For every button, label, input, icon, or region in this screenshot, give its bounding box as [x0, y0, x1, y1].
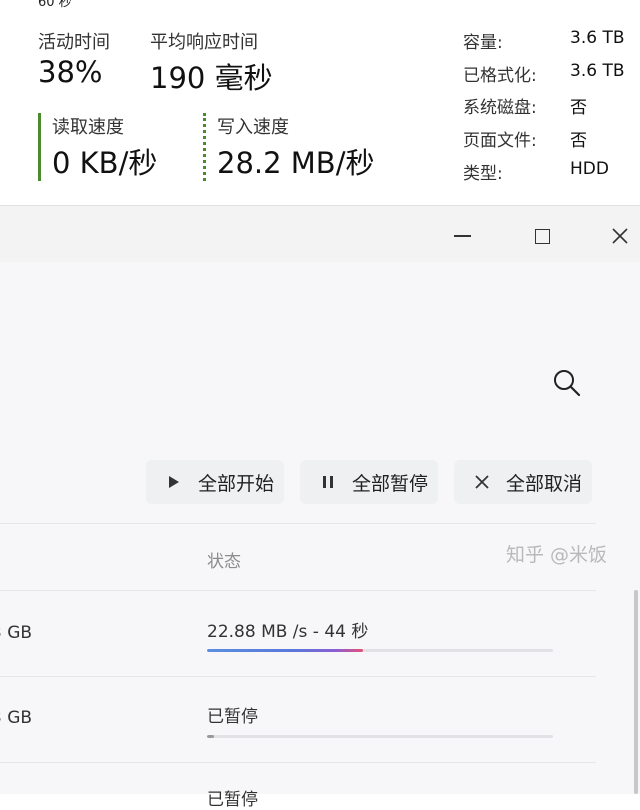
pause-all-button[interactable]: 全部暂停 — [300, 460, 438, 504]
row-2-progress-bar — [207, 735, 553, 738]
minimize-button[interactable] — [440, 218, 484, 254]
search-icon — [554, 370, 581, 397]
disk-performance-panel: 60 秒 活动时间 38% 平均响应时间 190 毫秒 读取速度 0 KB/秒 … — [0, 0, 640, 205]
row-1-progress-bar — [207, 649, 553, 652]
row-divider — [0, 676, 596, 677]
page-file-key: 页面文件: — [463, 131, 537, 151]
row-1-status: 22.88 MB /s - 44 秒 — [207, 622, 369, 642]
row-2-status: 已暂停 — [207, 707, 258, 727]
table-header-divider — [0, 590, 596, 591]
write-speed-legend-bar — [203, 113, 206, 181]
search-button[interactable] — [550, 365, 586, 401]
read-speed-legend-bar — [38, 113, 41, 181]
page-file-value: 否 — [570, 131, 587, 151]
system-disk-value: 否 — [570, 98, 587, 118]
maximize-button[interactable] — [520, 218, 564, 254]
row-2-progress-fill — [207, 735, 214, 738]
cancel-icon — [472, 472, 492, 492]
read-speed-value: 0 KB/秒 — [52, 146, 158, 180]
read-speed-label: 读取速度 — [52, 117, 124, 138]
row-1-size: 3 GB — [0, 623, 33, 643]
close-icon — [612, 228, 628, 244]
pause-all-label: 全部暂停 — [352, 472, 429, 495]
write-speed-value: 28.2 MB/秒 — [217, 146, 375, 180]
row-divider — [0, 762, 596, 763]
play-icon — [164, 472, 184, 492]
maximize-icon — [534, 228, 550, 244]
cancel-all-label: 全部取消 — [506, 472, 583, 495]
active-time-label: 活动时间 — [38, 32, 110, 53]
scrollbar-thumb[interactable] — [634, 590, 638, 794]
row-3-status: 已暂停 — [207, 790, 258, 810]
close-button[interactable] — [598, 218, 640, 254]
avg-response-value: 190 毫秒 — [150, 61, 273, 95]
watermark-text: 知乎 @米饭 — [506, 544, 608, 566]
scrollbar[interactable] — [632, 590, 640, 794]
graph-duration-label: 60 秒 — [38, 0, 72, 10]
formatted-key: 已格式化: — [463, 66, 537, 86]
active-time-value: 38% — [38, 55, 103, 89]
download-list-area — [0, 262, 640, 794]
pause-icon — [318, 472, 338, 492]
status-column-header[interactable]: 状态 — [207, 547, 241, 572]
row-1-progress-fill — [207, 649, 363, 652]
capacity-value: 3.6 TB — [570, 28, 625, 48]
start-all-label: 全部开始 — [198, 472, 275, 495]
write-speed-label: 写入速度 — [217, 117, 289, 138]
formatted-value: 3.6 TB — [570, 61, 625, 81]
disk-type-value: HDD — [570, 159, 609, 179]
disk-type-key: 类型: — [463, 164, 503, 184]
start-all-button[interactable]: 全部开始 — [146, 460, 284, 504]
download-manager-window: 全部开始 全部暂停 全部取消 状态 3 GB 22.88 MB /s - 44 … — [0, 205, 640, 810]
row-2-size: 3 GB — [0, 708, 33, 728]
header-divider — [0, 523, 596, 524]
avg-response-label: 平均响应时间 — [150, 32, 258, 53]
window-titlebar[interactable] — [0, 205, 640, 263]
minimize-icon — [453, 235, 471, 237]
cancel-all-button[interactable]: 全部取消 — [454, 460, 592, 504]
capacity-key: 容量: — [463, 33, 503, 53]
system-disk-key: 系统磁盘: — [463, 98, 537, 118]
